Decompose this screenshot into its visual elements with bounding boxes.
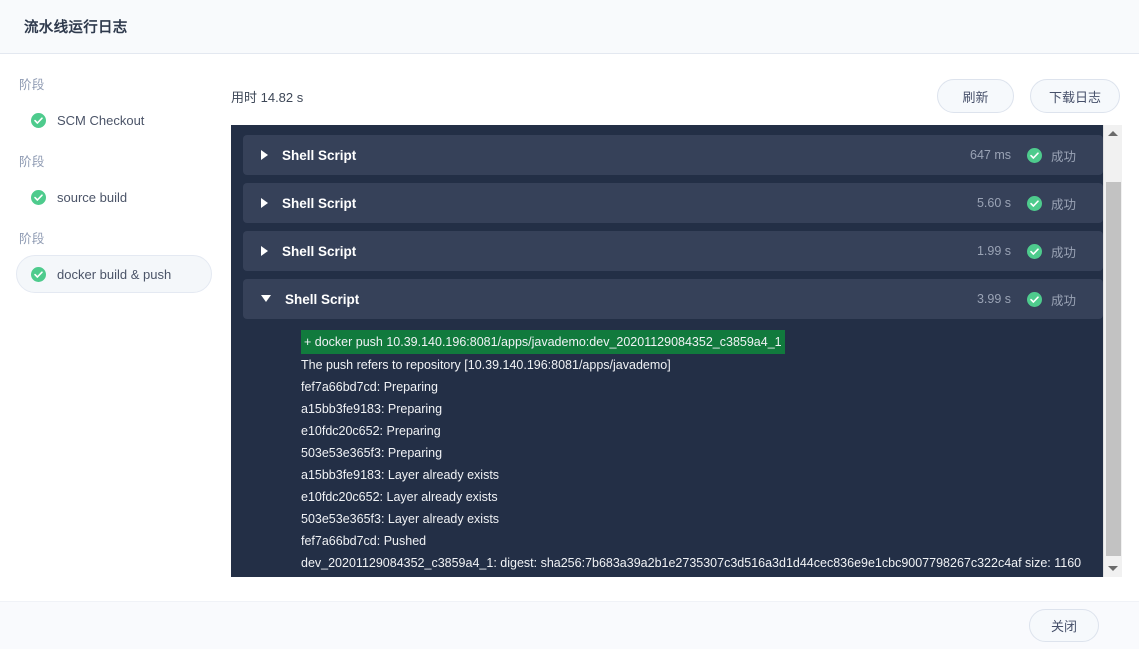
sidebar-item-label: source build [57, 189, 128, 205]
stage-sidebar: 阶段 SCM Checkout 阶段 source build 阶段 docke… [0, 54, 226, 577]
dialog-header: 流水线运行日志 [0, 0, 1139, 54]
log-main: 用时 14.82 s 刷新 下载日志 Shell Script 647 ms 成… [226, 54, 1139, 577]
step-name: Shell Script [282, 243, 357, 259]
check-circle-icon [31, 112, 46, 128]
stage-group-0: 阶段 SCM Checkout [0, 74, 226, 139]
stage-group-1: 阶段 source build [0, 151, 226, 216]
console-scrollbar[interactable] [1103, 125, 1122, 577]
footer-spacer [0, 577, 1139, 601]
stage-group-label: 阶段 [19, 78, 45, 92]
step-duration: 647 ms [970, 148, 1011, 162]
stage-group-label: 阶段 [19, 232, 45, 246]
console-line: fef7a66bd7cd: Preparing [301, 380, 438, 394]
step-duration: 5.60 s [976, 196, 1011, 210]
check-circle-icon [1027, 243, 1042, 259]
toolbar-buttons: 刷新 下载日志 [936, 79, 1120, 113]
caret-up-icon [1108, 131, 1118, 136]
sidebar-item-label: docker build & push [57, 266, 172, 282]
console-line: fef7a66bd7cd: Pushed [301, 534, 427, 548]
status-label: 成功 [1051, 245, 1077, 260]
console-line: dev_20201129084352_c3859a4_1: digest: sh… [301, 556, 1082, 570]
step-row[interactable]: Shell Script 647 ms 成功 [243, 135, 1103, 175]
step-name: Shell Script [285, 291, 360, 307]
status-badge: 成功 [1027, 194, 1089, 213]
log-toolbar: 用时 14.82 s 刷新 下载日志 [231, 74, 1122, 118]
check-circle-icon [1027, 291, 1042, 307]
stage-group-2: 阶段 docker build & push [0, 228, 226, 293]
dialog-body: 阶段 SCM Checkout 阶段 source build 阶段 docke… [0, 54, 1139, 577]
step-row[interactable]: Shell Script 1.99 s 成功 [243, 231, 1103, 271]
status-label: 成功 [1051, 149, 1077, 164]
console-line: e10fdc20c652: Preparing [301, 424, 441, 438]
step-name: Shell Script [282, 195, 357, 211]
console-line: e10fdc20c652: Layer already exists [301, 490, 498, 504]
chevron-down-icon[interactable] [261, 294, 271, 302]
step-duration: 3.99 s [976, 292, 1011, 306]
console-line: The push refers to repository [10.39.140… [301, 358, 671, 372]
console-line-command: + docker push 10.39.140.196:8081/apps/ja… [301, 330, 785, 354]
step-row[interactable]: Shell Script 3.99 s 成功 [243, 279, 1103, 319]
chevron-right-icon[interactable] [261, 198, 268, 208]
scroll-down-button[interactable] [1104, 560, 1123, 577]
step-duration: 1.99 s [976, 244, 1011, 258]
elapsed-time-label: 用时 14.82 s [231, 89, 304, 105]
check-circle-icon [31, 189, 46, 205]
dialog-footer: 关闭 [0, 601, 1139, 649]
stage-group-label: 阶段 [19, 155, 45, 169]
check-circle-icon [1027, 195, 1042, 211]
chevron-right-icon[interactable] [261, 246, 268, 256]
scrollbar-track[interactable] [1104, 142, 1123, 560]
status-badge: 成功 [1027, 146, 1089, 165]
console-output: + docker push 10.39.140.196:8081/apps/ja… [243, 319, 1103, 574]
sidebar-item-source-build[interactable]: source build [16, 178, 212, 216]
check-circle-icon [31, 266, 46, 282]
check-circle-icon [1027, 147, 1042, 163]
console-line: a15bb3fe9183: Layer already exists [301, 468, 500, 482]
step-row[interactable]: Shell Script 5.60 s 成功 [243, 183, 1103, 223]
console-scroll-area: Shell Script 647 ms 成功 Shell Script 5.60… [231, 125, 1103, 577]
sidebar-item-docker-build-push[interactable]: docker build & push [16, 255, 212, 293]
status-label: 成功 [1051, 293, 1077, 308]
status-badge: 成功 [1027, 290, 1089, 309]
status-label: 成功 [1051, 197, 1077, 212]
scroll-up-button[interactable] [1104, 125, 1123, 142]
close-button[interactable]: 关闭 [1029, 609, 1099, 642]
console-line: 503e53e365f3: Layer already exists [301, 512, 500, 526]
status-badge: 成功 [1027, 242, 1089, 261]
page-title: 流水线运行日志 [24, 20, 128, 36]
scrollbar-thumb[interactable] [1105, 182, 1121, 556]
console-panel: Shell Script 647 ms 成功 Shell Script 5.60… [231, 125, 1122, 577]
refresh-button[interactable]: 刷新 [936, 79, 1014, 113]
caret-down-icon [1108, 566, 1118, 571]
sidebar-item-label: SCM Checkout [57, 112, 145, 128]
console-line: 503e53e365f3: Preparing [301, 446, 443, 460]
download-log-button[interactable]: 下载日志 [1029, 79, 1120, 113]
console-line: a15bb3fe9183: Preparing [301, 402, 443, 416]
chevron-right-icon[interactable] [261, 150, 268, 160]
pipeline-log-dialog: 流水线运行日志 阶段 SCM Checkout 阶段 source build … [0, 0, 1139, 649]
console-line-wrapper: + docker push 10.39.140.196:8081/apps/ja… [301, 330, 1103, 354]
step-name: Shell Script [282, 147, 357, 163]
sidebar-item-scm-checkout[interactable]: SCM Checkout [16, 101, 212, 139]
